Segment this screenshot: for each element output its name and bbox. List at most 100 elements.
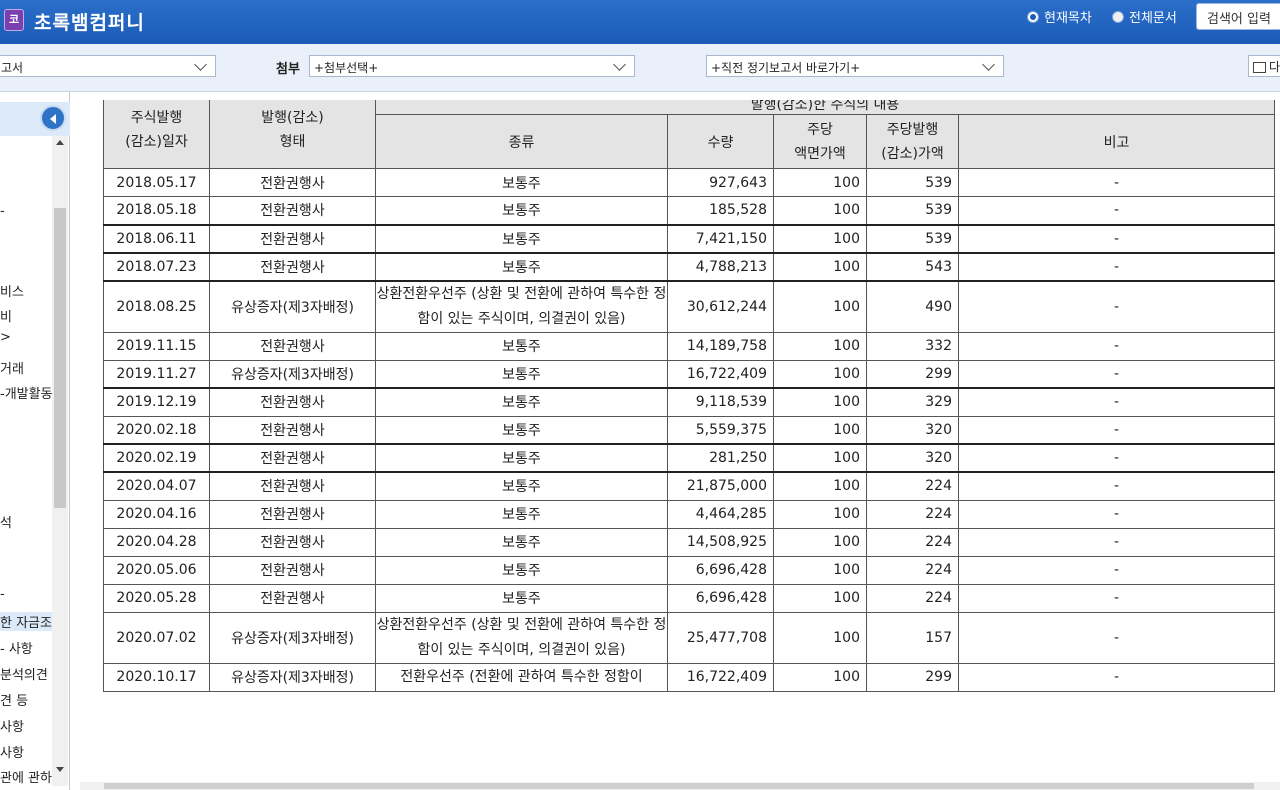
cell-price: 539 xyxy=(866,223,959,253)
scroll-down-icon[interactable] xyxy=(56,767,64,772)
cell-price: 543 xyxy=(866,251,959,281)
radio-current-toc[interactable]: 현재목차 xyxy=(1027,7,1092,26)
cell-kind: 보통주 xyxy=(375,387,668,417)
cell-par: 100 xyxy=(773,499,867,529)
sidebar-item[interactable]: - 사항 xyxy=(0,638,33,657)
sidebar-item[interactable]: 비스 xyxy=(0,281,24,300)
cell-date: 2018.06.11 xyxy=(103,223,210,253)
sidebar-item[interactable]: 견 등 xyxy=(0,690,28,709)
cell-par: 100 xyxy=(773,279,867,333)
cell-type: 전환권행사 xyxy=(209,251,376,281)
sidebar-scroll-thumb[interactable] xyxy=(54,208,66,508)
col-header-par: 주당 액면가액 xyxy=(773,114,867,169)
attach-select[interactable]: +첨부선택+ xyxy=(309,55,635,77)
cell-date: 2019.11.27 xyxy=(103,359,210,389)
cell-price: 332 xyxy=(866,331,959,361)
cell-type: 유상증자(제3자배정) xyxy=(209,279,376,333)
sidebar-scrollbar[interactable] xyxy=(52,136,68,786)
prev-report-select[interactable]: +직전 정기보고서 바로가기+ xyxy=(706,55,1004,77)
sidebar-item[interactable]: 사항 xyxy=(0,716,24,735)
cell-date: 2020.02.18 xyxy=(103,415,210,445)
cell-note: - xyxy=(958,415,1275,445)
cell-qty: 6,696,428 xyxy=(667,583,774,613)
scroll-up-icon[interactable] xyxy=(56,140,64,145)
cell-date: 2020.02.19 xyxy=(103,443,210,473)
cell-type: 전환권행사 xyxy=(209,583,376,613)
sidebar-item[interactable]: 거래 xyxy=(0,358,24,377)
col-header-group: 발행(감소)한 주식의 내용 xyxy=(375,100,1275,115)
table-row: 2019.12.19 전환권행사 보통주 9,118,539 100 329- xyxy=(103,387,1275,417)
sidebar-item[interactable]: > xyxy=(0,330,11,345)
cell-date: 2018.07.23 xyxy=(103,251,210,281)
cell-price: 320 xyxy=(866,415,959,445)
cell-type: 전환권행사 xyxy=(209,415,376,445)
col-header-note: 비고 xyxy=(958,114,1275,169)
document-content: 주식발행 (감소)일자 발행(감소) 형태 발행(감소)한 주식의 내용 종류 … xyxy=(80,100,1280,790)
cell-qty: 927,643 xyxy=(667,168,774,197)
radio-checked-icon[interactable] xyxy=(1027,10,1039,23)
cell-kind: 보통주 xyxy=(375,443,668,473)
cell-par: 100 xyxy=(773,555,867,585)
print-button[interactable]: 다 xyxy=(1248,55,1280,77)
table-row: 2020.07.02 유상증자(제3자배정) 상환전환우선주 (상환 및 전환에 관… xyxy=(103,611,1275,664)
cell-price: 320 xyxy=(866,443,959,473)
cell-qty: 14,189,758 xyxy=(667,331,774,361)
sidebar-item[interactable]: 사항 xyxy=(0,742,24,761)
table-row: 2020.02.18 전환권행사 보통주 5,559,375 100 320- xyxy=(103,415,1275,445)
sidebar-item[interactable]: 석 xyxy=(0,512,12,531)
cell-note: - xyxy=(958,196,1275,225)
cell-note: - xyxy=(958,583,1275,613)
cell-price: 299 xyxy=(866,359,959,389)
cell-price: 224 xyxy=(866,555,959,585)
cell-price: 490 xyxy=(866,279,959,333)
radio-whole-doc-label: 전체문서 xyxy=(1129,11,1177,26)
sidebar-item[interactable]: 분석의견 xyxy=(0,664,48,683)
cell-qty: 4,788,213 xyxy=(667,251,774,281)
table-row: 2020.10.17 유상증자(제3자배정) 전환우선주 (전환에 관하여 특수한 … xyxy=(103,662,1275,692)
radio-unchecked-icon[interactable] xyxy=(1112,10,1124,23)
print-button-label: 다 xyxy=(1269,60,1280,74)
cell-par: 100 xyxy=(773,168,867,197)
cell-note: - xyxy=(958,251,1275,281)
horizontal-scrollbar[interactable] xyxy=(80,782,1280,790)
sidebar-item[interactable]: -개발활동 xyxy=(0,383,53,402)
cell-price: 329 xyxy=(866,387,959,417)
document-select[interactable]: 고서 xyxy=(0,55,216,77)
cell-kind: 보통주 xyxy=(375,527,668,557)
cell-type: 전환권행사 xyxy=(209,223,376,253)
col-header-type: 발행(감소) 형태 xyxy=(209,100,376,169)
cell-qty: 14,508,925 xyxy=(667,527,774,557)
cell-par: 100 xyxy=(773,662,867,692)
stock-issuance-table: 주식발행 (감소)일자 발행(감소) 형태 발행(감소)한 주식의 내용 종류 … xyxy=(103,100,1275,692)
sidebar-item[interactable]: 비 xyxy=(0,306,12,325)
sidebar-item[interactable]: 관에 관하 xyxy=(0,767,52,786)
cell-type: 유상증자(제3자배정) xyxy=(209,611,376,664)
table-row: 2020.05.28 전환권행사 보통주 6,696,428 100 224- xyxy=(103,583,1275,613)
col-header-date: 주식발행 (감소)일자 xyxy=(103,100,210,169)
cell-date: 2020.10.17 xyxy=(103,662,210,692)
cell-type: 전환권행사 xyxy=(209,387,376,417)
search-input[interactable]: 검색어 입력 xyxy=(1196,3,1280,30)
horizontal-scroll-thumb[interactable] xyxy=(104,783,1254,789)
prev-report-select-value: +직전 정기보고서 바로가기+ xyxy=(711,61,861,75)
radio-whole-doc[interactable]: 전체문서 xyxy=(1112,7,1177,26)
table-row: 2020.04.28 전환권행사 보통주 14,508,925 100 224- xyxy=(103,527,1275,557)
cell-type: 전환권행사 xyxy=(209,471,376,501)
sidebar-item[interactable]: - xyxy=(0,204,5,219)
cell-type: 전환권행사 xyxy=(209,555,376,585)
table-row: 2020.04.16 전환권행사 보통주 4,464,285 100 224- xyxy=(103,499,1275,529)
sidebar-item-active[interactable]: 한 자금조 xyxy=(0,612,52,631)
cell-par: 100 xyxy=(773,415,867,445)
cell-kind: 보통주 xyxy=(375,359,668,389)
sidebar-item[interactable]: - xyxy=(0,587,5,602)
collapse-sidebar-icon[interactable] xyxy=(40,105,66,131)
cell-kind: 보통주 xyxy=(375,331,668,361)
cell-date: 2020.04.16 xyxy=(103,499,210,529)
cell-qty: 4,464,285 xyxy=(667,499,774,529)
cell-par: 100 xyxy=(773,331,867,361)
cell-note: - xyxy=(958,359,1275,389)
cell-note: - xyxy=(958,279,1275,333)
cell-date: 2020.05.06 xyxy=(103,555,210,585)
document-select-value: 고서 xyxy=(1,61,24,75)
radio-current-toc-label: 현재목차 xyxy=(1044,11,1092,26)
